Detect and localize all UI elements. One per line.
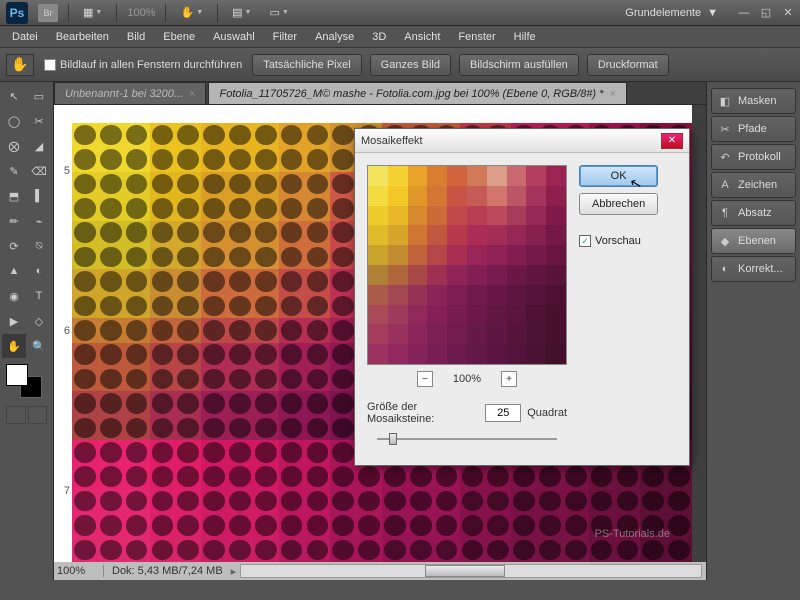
- option-button[interactable]: Druckformat: [587, 54, 669, 76]
- tool-hand[interactable]: ◇: [27, 309, 51, 333]
- panel-masken[interactable]: ◧Masken: [711, 88, 796, 114]
- close-icon[interactable]: ✕: [782, 6, 794, 19]
- option-button[interactable]: Ganzes Bild: [370, 54, 451, 76]
- tool-dodge[interactable]: ⍉: [27, 234, 51, 258]
- cell-size-label: Größe der Mosaiksteine:: [367, 401, 479, 425]
- mosaic-dialog: Mosaikeffekt ✕ − 100% + Größe der Mosaik…: [354, 128, 690, 466]
- panel-protokoll[interactable]: ↶Protokoll: [711, 144, 796, 170]
- menubar: DateiBearbeitenBildEbeneAuswahlFilterAna…: [0, 26, 800, 48]
- tool-zoom[interactable]: 🔍: [27, 334, 51, 358]
- option-button[interactable]: Tatsächliche Pixel: [252, 54, 361, 76]
- panel-absatz[interactable]: ¶Absatz: [711, 200, 796, 226]
- cell-size-slider[interactable]: [377, 431, 557, 447]
- dialog-title: Mosaikeffekt: [361, 135, 423, 147]
- dialog-preview[interactable]: [367, 165, 567, 365]
- cell-size-input[interactable]: [485, 404, 521, 422]
- cancel-button[interactable]: Abbrechen: [579, 193, 658, 215]
- bridge-icon[interactable]: Br: [38, 4, 58, 22]
- tool-healing[interactable]: ✎: [2, 159, 26, 183]
- screen-dropdown[interactable]: ▭▼: [265, 4, 292, 21]
- document-tab[interactable]: Unbenannt-1 bei 3200...×: [54, 82, 206, 104]
- preview-checkbox[interactable]: ✓Vorschau: [579, 235, 658, 247]
- hand-dropdown[interactable]: ✋▼: [176, 4, 207, 21]
- toolbox: ↖▭◯✂⨂◢✎⌫⬒▌✏⌁⟳⍉▲◐◉T▶◇✋🔍: [0, 82, 54, 580]
- hand-tool-indicator[interactable]: ✋: [6, 54, 34, 76]
- tool-marquee[interactable]: ▭: [27, 84, 51, 108]
- menu-ebene[interactable]: Ebene: [155, 28, 203, 46]
- tool-crop[interactable]: ⨂: [2, 134, 26, 158]
- option-button[interactable]: Bildschirm ausfüllen: [459, 54, 579, 76]
- tool-pen[interactable]: ▲: [2, 259, 26, 283]
- panel-ebenen[interactable]: ◆Ebenen: [711, 228, 796, 254]
- vertical-ruler: 567: [54, 105, 72, 562]
- status-zoom[interactable]: 100%: [54, 565, 104, 577]
- tool-clone[interactable]: ⌁: [27, 209, 51, 233]
- menu-ansicht[interactable]: Ansicht: [396, 28, 448, 46]
- status-doc: Dok: 5,43 MB/7,24 MB: [104, 565, 231, 577]
- menu-3d[interactable]: 3D: [364, 28, 394, 46]
- document-tab[interactable]: Fotolia_11705726_M© mashe - Fotolia.com.…: [208, 82, 626, 104]
- zoom-in-button[interactable]: +: [501, 371, 517, 387]
- tool-eraser[interactable]: ⌫: [27, 159, 51, 183]
- menu-bearbeiten[interactable]: Bearbeiten: [48, 28, 117, 46]
- status-bar: 100% Dok: 5,43 MB/7,24 MB ▸: [54, 562, 706, 580]
- color-swatches[interactable]: [6, 364, 46, 400]
- menu-bild[interactable]: Bild: [119, 28, 153, 46]
- foreground-swatch[interactable]: [6, 364, 28, 386]
- scroll-all-windows-checkbox[interactable]: Bildlauf in allen Fenstern durchführen: [44, 59, 242, 71]
- view-dropdown[interactable]: ▦▼: [79, 4, 106, 21]
- workspace-dropdown[interactable]: Grundelemente▼: [615, 4, 728, 22]
- tool-gradient[interactable]: ⬒: [2, 184, 26, 208]
- dialog-close-button[interactable]: ✕: [661, 133, 683, 149]
- arrange-dropdown[interactable]: ▤▼: [228, 4, 255, 21]
- menu-analyse[interactable]: Analyse: [307, 28, 362, 46]
- tool-pan[interactable]: ✋: [2, 334, 26, 358]
- tool-pencil[interactable]: ✏: [2, 209, 26, 233]
- menu-filter[interactable]: Filter: [265, 28, 305, 46]
- quickmask-button[interactable]: [28, 406, 48, 424]
- horizontal-scrollbar[interactable]: [240, 564, 702, 578]
- tool-lasso[interactable]: ◯: [2, 109, 26, 133]
- restore-icon[interactable]: ◱: [760, 6, 772, 19]
- tool-history[interactable]: ⟳: [2, 234, 26, 258]
- tool-path[interactable]: ◉: [2, 284, 26, 308]
- tool-wand[interactable]: ✂: [27, 109, 51, 133]
- ps-logo: Ps: [6, 2, 28, 24]
- menu-fenster[interactable]: Fenster: [450, 28, 503, 46]
- tool-select[interactable]: ▶: [2, 309, 26, 333]
- cell-size-unit: Quadrat: [527, 407, 567, 419]
- menu-hilfe[interactable]: Hilfe: [506, 28, 544, 46]
- panel-dock: ◧Masken✂Pfade↶ProtokollAZeichen¶Absatz◆E…: [706, 82, 800, 580]
- standard-mode-button[interactable]: [6, 406, 26, 424]
- menu-datei[interactable]: Datei: [4, 28, 46, 46]
- tab-close-icon[interactable]: ×: [189, 88, 195, 100]
- panel-pfade[interactable]: ✂Pfade: [711, 116, 796, 142]
- ok-button[interactable]: OK: [579, 165, 658, 187]
- panel-zeichen[interactable]: AZeichen: [711, 172, 796, 198]
- tool-shape[interactable]: ◐: [27, 259, 51, 283]
- preview-zoom: 100%: [453, 373, 481, 385]
- tool-slice[interactable]: ◢: [27, 134, 51, 158]
- zoom-out-button[interactable]: −: [417, 371, 433, 387]
- menu-auswahl[interactable]: Auswahl: [205, 28, 263, 46]
- tool-type[interactable]: T: [27, 284, 51, 308]
- tool-move[interactable]: ↖: [2, 84, 26, 108]
- zoom-level[interactable]: 100%: [127, 7, 155, 19]
- horizontal-ruler: [72, 105, 692, 123]
- panel-korrekt...[interactable]: ◐Korrekt...: [711, 256, 796, 282]
- minimize-icon[interactable]: —: [738, 7, 750, 19]
- tool-blur[interactable]: ▌: [27, 184, 51, 208]
- tab-close-icon[interactable]: ×: [609, 88, 615, 100]
